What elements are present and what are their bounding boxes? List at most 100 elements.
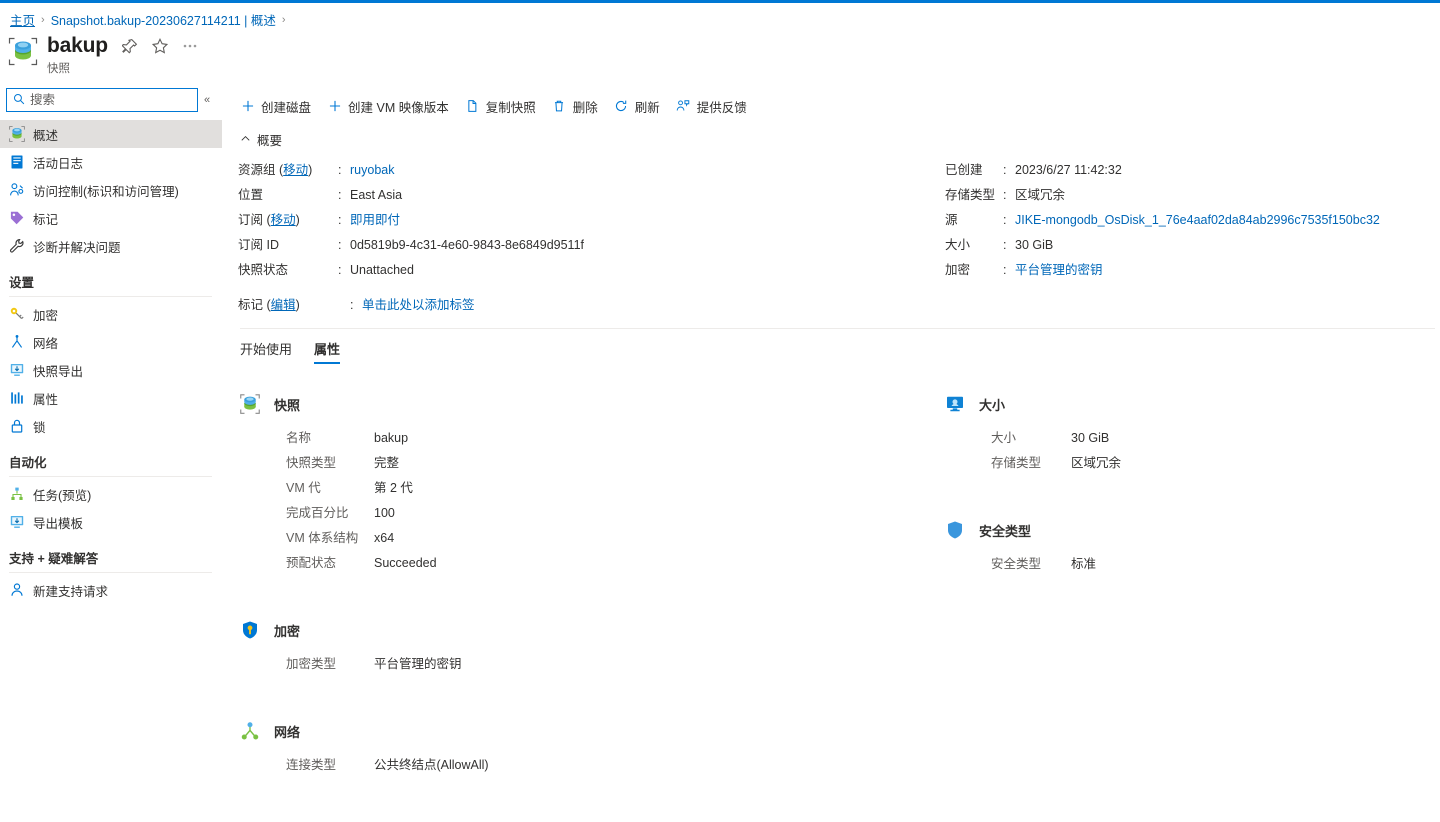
- sidebar-section-title: 设置: [9, 276, 35, 290]
- sidebar-item-label: 标记: [33, 212, 59, 227]
- pin-icon[interactable]: [121, 38, 138, 54]
- move-link[interactable]: 移动: [271, 213, 296, 227]
- essential-value[interactable]: JIKE-mongodb_OsDisk_1_76e4aaf02da84ab299…: [1015, 213, 1380, 227]
- chevron-double-left-icon[interactable]: «: [198, 88, 216, 112]
- sidebar-section-title: 自动化: [9, 456, 47, 470]
- property-row: 快照类型 完整: [286, 452, 945, 477]
- tab-get-started[interactable]: 开始使用: [240, 339, 292, 364]
- divider: [240, 328, 1435, 329]
- sidebar-item-label: 诊断并解决问题: [33, 240, 121, 255]
- ellipsis-icon[interactable]: [182, 38, 198, 54]
- property-key: 连接类型: [286, 758, 337, 772]
- delete-button[interactable]: 删除: [552, 97, 598, 116]
- sidebar: « 概述: [0, 82, 222, 752]
- sidebar-item-overview[interactable]: 概述: [0, 120, 222, 148]
- sidebar-item-activity-log[interactable]: 活动日志: [0, 148, 222, 176]
- essential-size: 大小 : 30 GiB: [945, 234, 1438, 259]
- breadcrumb-home[interactable]: 主页: [10, 10, 35, 29]
- main-content: 创建磁盘 创建 VM 映像版本 复制快照 删除 刷新 提供反馈 概要 资源组 (…: [238, 82, 1440, 772]
- property-rows: 名称 bakup 快照类型 完整 VM 代 第 2 代 完成百分比 100 VM…: [286, 427, 945, 577]
- chevron-up-icon: [240, 133, 251, 147]
- sidebar-item-label: 属性: [33, 392, 59, 407]
- sidebar-item-locks[interactable]: 锁: [0, 412, 222, 440]
- breadcrumb-current[interactable]: Snapshot.bakup-20230627114211 | 概述: [51, 10, 276, 29]
- essentials-left-column: 资源组 (移动) : ruyobak 位置 : East Asia 订阅 (移动…: [238, 159, 938, 284]
- support-request-icon: [9, 582, 25, 598]
- properties-grid: 快照 名称 bakup 快照类型 完整 VM 代 第 2 代 完成百分比 100…: [238, 394, 1440, 822]
- properties-right-column: 大小 大小 30 GiB 存储类型 区域冗余 安全类型 安全类型 标准: [945, 394, 1440, 822]
- add-tags-link[interactable]: 单击此处以添加标签: [362, 294, 475, 313]
- tab-properties[interactable]: 属性: [314, 339, 341, 364]
- colon: :: [338, 263, 342, 277]
- sidebar-item-access-control[interactable]: 访问控制(标识和访问管理): [0, 176, 222, 204]
- size-monitor-icon: [945, 394, 965, 414]
- colon: :: [1003, 188, 1007, 202]
- search-input[interactable]: [30, 93, 191, 107]
- sidebar-item-diagnose[interactable]: 诊断并解决问题: [0, 232, 222, 260]
- provide-feedback-button[interactable]: 提供反馈: [676, 97, 747, 116]
- sidebar-item-label: 锁: [33, 420, 46, 435]
- property-value: 区域冗余: [1071, 456, 1122, 470]
- essential-source: 源 : JIKE-mongodb_OsDisk_1_76e4aaf02da84a…: [945, 209, 1438, 234]
- essential-value: East Asia: [350, 188, 403, 202]
- property-value: 第 2 代: [374, 481, 413, 495]
- search-box[interactable]: [6, 88, 198, 112]
- property-card-header: 安全类型: [945, 520, 1440, 540]
- tag-icon: [9, 210, 25, 226]
- trash-icon: [552, 99, 567, 114]
- essential-label: 源: [945, 213, 958, 227]
- essential-value[interactable]: 即用即付: [350, 209, 400, 228]
- essential-value[interactable]: ruyobak: [350, 163, 394, 177]
- sidebar-section-title: 支持 + 疑难解答: [9, 552, 99, 566]
- activity-log-icon: [9, 154, 25, 170]
- property-key: 存储类型: [991, 456, 1042, 470]
- command-bar: 创建磁盘 创建 VM 映像版本 复制快照 删除 刷新 提供反馈: [238, 91, 1440, 121]
- sidebar-item-label: 概述: [33, 128, 59, 143]
- property-rows: 大小 30 GiB 存储类型 区域冗余: [991, 427, 1440, 477]
- essential-value[interactable]: 平台管理的密钥: [1015, 259, 1103, 278]
- property-key: 名称: [286, 431, 312, 445]
- property-value: 平台管理的密钥: [374, 657, 462, 671]
- essential-snapshot-state: 快照状态 : Unattached: [238, 259, 938, 284]
- property-row: VM 代 第 2 代: [286, 477, 945, 502]
- property-value: 100: [374, 506, 395, 520]
- property-card-title: 加密: [274, 623, 301, 639]
- move-link[interactable]: 移动: [283, 163, 308, 177]
- create-disk-button[interactable]: 创建磁盘: [240, 97, 311, 116]
- copy-snapshot-button[interactable]: 复制快照: [465, 97, 536, 116]
- essential-value: 0d5819b9-4c31-4e60-9843-8e6849d9511f: [350, 238, 585, 252]
- sidebar-item-tasks[interactable]: 任务(预览): [0, 480, 222, 508]
- sidebar-item-snapshot-export[interactable]: 快照导出: [0, 356, 222, 384]
- colon: :: [1003, 163, 1007, 177]
- breadcrumb-separator-icon: ›: [41, 13, 45, 26]
- essentials-toggle[interactable]: 概要: [238, 130, 1440, 149]
- sidebar-item-new-support-request[interactable]: 新建支持请求: [0, 576, 222, 604]
- property-rows: 安全类型 标准: [991, 553, 1440, 578]
- property-value: x64: [374, 531, 395, 545]
- sidebar-item-export-template[interactable]: 导出模板: [0, 508, 222, 536]
- property-row: 完成百分比 100: [286, 502, 945, 527]
- property-value: 30 GiB: [1071, 431, 1110, 445]
- property-key: 预配状态: [286, 556, 337, 570]
- sidebar-item-encryption[interactable]: 加密: [0, 300, 222, 328]
- sidebar-item-label: 快照导出: [33, 364, 84, 379]
- sidebar-item-networking[interactable]: 网络: [0, 328, 222, 356]
- tab-bar: 开始使用 属性: [238, 339, 1440, 364]
- colon: :: [1003, 213, 1007, 227]
- sidebar-section-settings: 设置: [0, 272, 222, 297]
- refresh-button[interactable]: 刷新: [614, 97, 660, 116]
- sidebar-item-tags[interactable]: 标记: [0, 204, 222, 232]
- wrench-icon: [9, 238, 25, 254]
- property-card-networking: 网络 连接类型 公共终结点(AllowAll): [240, 721, 945, 779]
- create-vm-image-version-button[interactable]: 创建 VM 映像版本: [327, 97, 449, 116]
- divider: [9, 296, 212, 297]
- sidebar-item-properties[interactable]: 属性: [0, 384, 222, 412]
- breadcrumb-separator-icon-2: ›: [281, 13, 286, 26]
- property-row: 名称 bakup: [286, 427, 945, 452]
- star-icon[interactable]: [151, 38, 168, 54]
- top-accent-bar: [0, 0, 1440, 3]
- edit-tags-link[interactable]: 编辑: [271, 298, 296, 312]
- essential-label: 存储类型: [945, 188, 996, 202]
- key-icon: [9, 306, 25, 322]
- essential-subscription-id: 订阅 ID : 0d5819b9-4c31-4e60-9843-8e6849d9…: [238, 234, 938, 259]
